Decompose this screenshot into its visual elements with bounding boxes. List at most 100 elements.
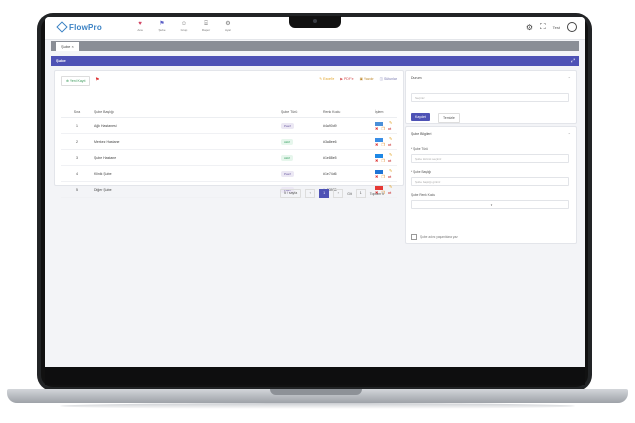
expand-icon[interactable]: ⤢ — [571, 56, 575, 66]
avatar[interactable] — [567, 22, 577, 32]
table-header-row: Sıra Şube Başlığı Şube Türü Renk Kodu İş… — [61, 106, 397, 118]
nav-item-rapor[interactable]: ⌸ Rapor — [199, 20, 213, 32]
screen-bottom-bezel — [45, 367, 585, 385]
col-kod[interactable]: Renk Kodu — [322, 106, 374, 118]
section-header: Şube ⤢ — [51, 56, 579, 66]
share-icon[interactable]: ⇄ — [388, 190, 391, 195]
cell-name: Diğer Şube — [93, 181, 280, 198]
collapse-icon[interactable]: ⌃ — [568, 132, 571, 137]
cell-name: Şube Hastane — [93, 149, 280, 166]
export-excel-button[interactable]: ✎ Excel'e — [319, 77, 334, 81]
total-count: Toplam 5 — [369, 191, 384, 196]
status-select[interactable]: Seçiniz — [411, 93, 569, 102]
cell-sira: 1 — [61, 117, 93, 134]
cell-name: Klinik Şube — [93, 165, 280, 182]
save-button[interactable]: Kaydet — [411, 113, 430, 121]
nav-item-ana[interactable]: ♥ Ana — [133, 20, 147, 32]
form-card: Şube Bilgileri ⌃ * Şube Türü Şube türünü… — [405, 126, 577, 244]
cell-kod: #1e74d6 — [322, 165, 374, 182]
gear-icon[interactable]: ⚙ — [526, 23, 533, 32]
cell-sira: 2 — [61, 133, 93, 150]
checkbox-box[interactable] — [411, 234, 417, 240]
flag-icon: ⚑ — [159, 21, 165, 27]
copy-icon[interactable]: ❐ — [381, 142, 385, 147]
pagination: 5 / sayfa ‹ 1 › Git 1 Toplam 5 — [280, 189, 384, 198]
list-toolbar: ✎ Excel'e ▶ PDF'e ▣ Yazdır ◫ Sütunlar — [319, 77, 397, 81]
table-row[interactable]: 3 Şube Hastane Aktif #1e88e5 ✎✖ ❐ ⇄ — [61, 149, 397, 166]
nav-item-grup[interactable]: ☺ Grup — [177, 20, 191, 32]
share-icon[interactable]: ⇄ — [388, 158, 391, 163]
cell-name: Ağlı Hastanesi — [93, 117, 280, 134]
name-input[interactable]: Şube başlığı giriniz — [411, 177, 569, 186]
col-name[interactable]: Şube Başlığı — [93, 106, 280, 118]
page-size-select[interactable]: 5 / sayfa — [280, 189, 302, 198]
delete-icon[interactable]: ✖ — [375, 142, 378, 147]
delete-icon[interactable]: ✖ — [375, 126, 378, 131]
chart-icon: ⌸ — [204, 21, 208, 27]
collapse-icon[interactable]: ⌃ — [568, 76, 571, 81]
cell-sira: 5 — [61, 181, 93, 198]
main-nav: ♥ Ana ⚑ Şube ☺ Grup ⌸ Rapor ⚙ Ayar — [133, 20, 235, 32]
status-badge: Pasif — [281, 122, 294, 129]
next-page-button[interactable]: › — [333, 189, 344, 198]
print-button[interactable]: ▣ Yazdır — [360, 77, 374, 81]
show-checkbox[interactable]: Şube adını yaşantılara yaz — [411, 234, 458, 240]
cell-kod: #4a90d9 — [322, 117, 374, 134]
nav-item-sube[interactable]: ⚑ Şube — [155, 20, 169, 32]
table-row[interactable]: 1 Ağlı Hastanesi Pasif #4a90d9 ✎✖ ❐ ⇄ — [61, 117, 397, 134]
laptop-opening-notch — [270, 389, 362, 395]
new-record-button[interactable]: ⊕ Yeni Kayıt — [61, 76, 91, 86]
cell-sira: 3 — [61, 149, 93, 166]
columns-button[interactable]: ◫ Sütunlar — [380, 77, 397, 81]
color-label: Şube Renk Kodu — [411, 193, 436, 197]
type-select[interactable]: Şube türünü seçiniz — [411, 154, 569, 163]
color-picker[interactable]: ▾ — [411, 200, 569, 209]
status-badge: Aktif — [281, 154, 293, 161]
copy-icon[interactable]: ❐ — [381, 158, 385, 163]
cell-kod: #1e88e5 — [322, 149, 374, 166]
nav-item-ayar[interactable]: ⚙ Ayar — [221, 20, 235, 32]
filter-title: Durum — [411, 76, 422, 80]
users-icon: ☺ — [180, 21, 188, 27]
cell-sira: 4 — [61, 165, 93, 182]
table-row[interactable]: 4 Klinik Şube Pasif #1e74d6 ✎✖ ❐ ⇄ — [61, 165, 397, 182]
copy-icon[interactable]: ❐ — [381, 126, 385, 131]
status-badge: Pasif — [281, 170, 294, 177]
goto-input[interactable]: 1 — [355, 189, 366, 198]
copy-icon[interactable]: ❐ — [381, 174, 385, 179]
webcam-notch — [289, 16, 341, 28]
status-badge: Aktif — [281, 138, 293, 145]
fullscreen-icon[interactable]: ⛶ — [540, 22, 546, 32]
share-icon[interactable]: ⇄ — [388, 174, 391, 179]
settings-icon: ⚙ — [225, 21, 231, 27]
laptop-shadow — [60, 403, 575, 409]
prev-page-button[interactable]: ‹ — [305, 189, 316, 198]
tab-sube[interactable]: Şube × — [56, 42, 79, 51]
share-icon[interactable]: ⇄ — [388, 126, 391, 131]
heart-icon: ♥ — [138, 21, 142, 27]
branch-table: Sıra Şube Başlığı Şube Türü Renk Kodu İş… — [61, 106, 397, 198]
delete-icon[interactable]: ✖ — [375, 174, 378, 179]
section-title: Şube — [56, 58, 66, 63]
cell-kod: #3a8ee6 — [322, 133, 374, 150]
table-row[interactable]: 2 Merkez Hastane Aktif #3a8ee6 ✎✖ ❐ ⇄ — [61, 133, 397, 150]
tab-bar: Şube × — [51, 41, 579, 51]
name-label: * Şube Başlığı — [411, 170, 432, 174]
col-islem: İşlem — [374, 106, 397, 118]
logo-icon — [56, 21, 68, 33]
col-durum[interactable]: Şube Türü — [280, 106, 322, 118]
flag-icon[interactable]: ⚑ — [95, 77, 99, 83]
cell-name: Merkez Hastane — [93, 133, 280, 150]
form-title: Şube Bilgileri — [411, 132, 432, 136]
col-sira[interactable]: Sıra — [61, 106, 93, 118]
delete-icon[interactable]: ✖ — [375, 158, 378, 163]
clear-button[interactable]: Temizle — [438, 113, 460, 123]
export-pdf-button[interactable]: ▶ PDF'e — [340, 77, 353, 81]
user-name: Test — [552, 24, 560, 30]
app-logo[interactable]: FlowPro — [56, 21, 102, 33]
share-icon[interactable]: ⇄ — [388, 142, 391, 147]
page-button[interactable]: 1 — [319, 189, 330, 198]
top-right-icons: ⚙ ⛶ Test — [526, 22, 577, 32]
list-card: ⊕ Yeni Kayıt ⚑ ✎ Excel'e ▶ PDF'e ▣ Yazdı… — [54, 70, 404, 198]
type-label: * Şube Türü — [411, 147, 428, 151]
